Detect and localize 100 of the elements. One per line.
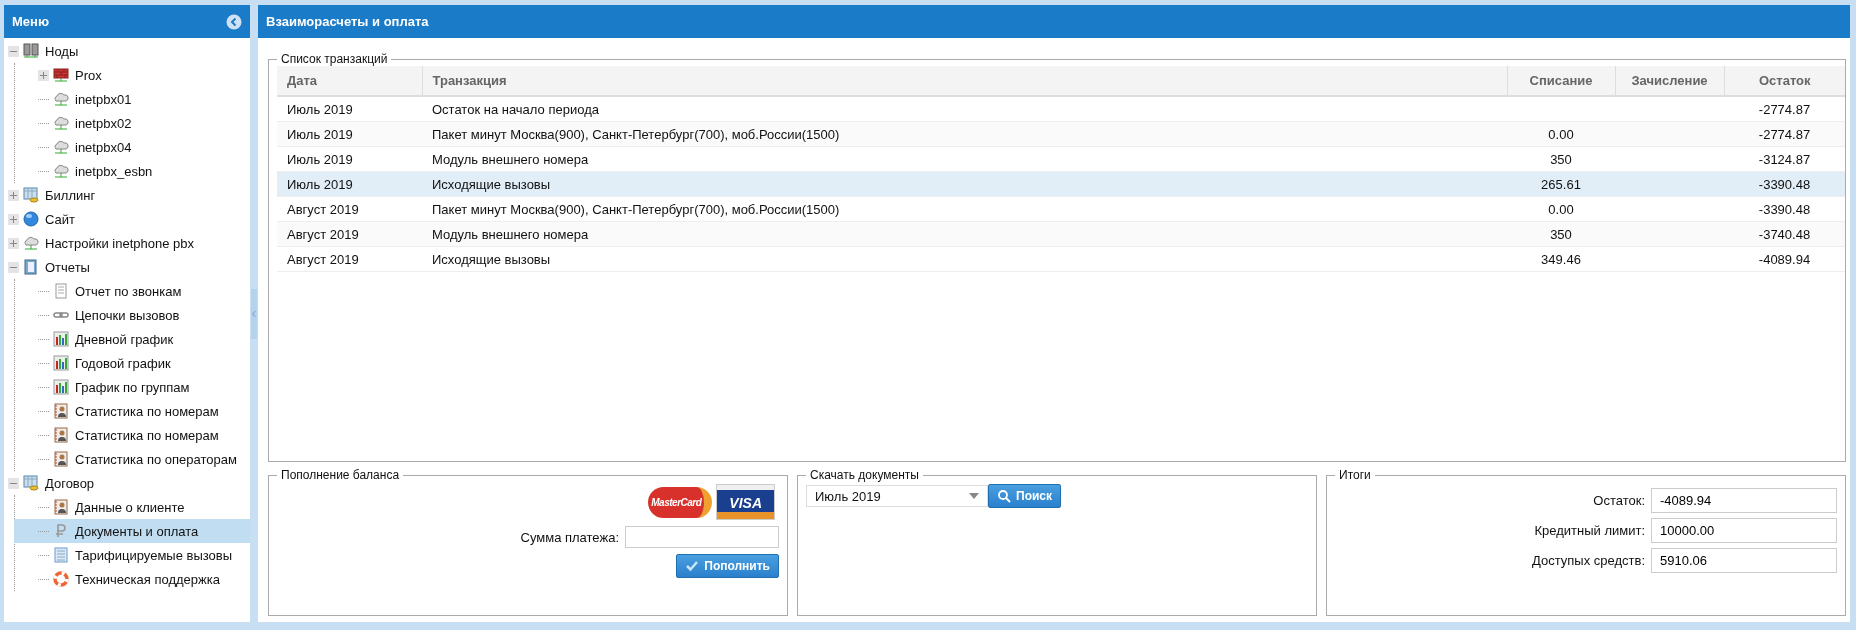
- value-field[interactable]: 5910.06: [1651, 548, 1837, 573]
- tree-item[interactable]: inetpbx01: [14, 87, 250, 111]
- tree-item[interactable]: Данные о клиенте: [14, 495, 250, 519]
- sidebar-title: Меню: [12, 14, 49, 29]
- table-row[interactable]: Август 2019 Пакет минут Москва(900), Санкт-Петербург(700), моб.России(1500) 0.00 -3390.48: [277, 196, 1845, 222]
- column-header[interactable]: Зачисление: [1615, 66, 1724, 96]
- collapse-icon[interactable]: [8, 261, 19, 273]
- column-header[interactable]: Списание: [1507, 66, 1615, 96]
- field-label: Остаток:: [1593, 493, 1645, 508]
- amount-field[interactable]: [625, 526, 779, 548]
- table-cell: 350: [1550, 151, 1572, 167]
- table-row[interactable]: Июль 2019 Исходящие вызовы 265.61 -3390.48: [277, 171, 1845, 197]
- field-label: Сумма платежа:: [520, 529, 619, 545]
- tree-item[interactable]: Тарифицируемые вызовы: [14, 543, 250, 567]
- panel-title: Список транзакций: [280, 52, 389, 66]
- table-cell: Август 2019: [287, 251, 359, 267]
- column-header[interactable]: Транзакция: [422, 66, 1507, 96]
- check-icon: [685, 559, 700, 573]
- tree-item[interactable]: Настройки inetphone pbx: [4, 231, 250, 255]
- table-cell: 0.00: [1548, 126, 1574, 142]
- table-cell: -2774.87: [1758, 101, 1811, 117]
- value-field[interactable]: -4089.94: [1651, 488, 1837, 513]
- tree-item[interactable]: Дневной график: [14, 327, 250, 351]
- spreadsheet-icon: [23, 475, 39, 491]
- table-cell: Модуль внешнего номера: [432, 151, 589, 167]
- table-cell: Август 2019: [287, 201, 359, 217]
- bar-chart-icon: [53, 331, 69, 347]
- table-cell: -3390.48: [1758, 201, 1811, 217]
- bar-chart-icon: [53, 355, 69, 371]
- spreadsheet-icon: [53, 547, 69, 563]
- caret-icon: [969, 493, 979, 499]
- collapse-icon[interactable]: [8, 477, 19, 489]
- document-icon: [53, 283, 69, 299]
- tree-item[interactable]: Биллинг: [4, 183, 250, 207]
- cloud-icon: [23, 235, 39, 251]
- cloud-icon: [53, 115, 69, 131]
- tree-item[interactable]: inetpbx_esbn: [14, 159, 250, 183]
- tree-item[interactable]: Техническая поддержка: [14, 567, 250, 591]
- splitter-handle[interactable]: [251, 288, 257, 339]
- table-cell: -3124.87: [1758, 151, 1811, 167]
- table-cell: Исходящие вызовы: [432, 251, 551, 267]
- tree-item[interactable]: Документы и оплата: [14, 519, 250, 543]
- tree-item[interactable]: Статистика по операторам: [14, 447, 250, 471]
- card-logo: VISA: [716, 484, 775, 520]
- table-row[interactable]: Август 2019 Исходящие вызовы 349.46 -4089.94: [277, 246, 1845, 272]
- field-label: Доступых средств:: [1532, 553, 1645, 568]
- tree-item[interactable]: inetpbx02: [14, 111, 250, 135]
- brick-wall-icon: [53, 67, 69, 83]
- table-cell: Июль 2019: [287, 176, 353, 192]
- tree-item[interactable]: Договор: [4, 471, 250, 495]
- cloud-icon: [53, 163, 69, 179]
- column-header[interactable]: Остаток: [1724, 66, 1845, 96]
- expand-icon[interactable]: [8, 189, 19, 201]
- globe-icon: [23, 211, 39, 227]
- tree-item[interactable]: Сайт: [4, 207, 250, 231]
- table-cell: -3390.48: [1758, 176, 1811, 192]
- table-row[interactable]: Июль 2019 Остаток на начало периода -2774.87: [277, 96, 1845, 122]
- table-cell: Модуль внешнего номера: [432, 226, 589, 242]
- table-cell: 265.61: [1541, 176, 1581, 192]
- cloud-icon: [53, 139, 69, 155]
- tree-item[interactable]: Статистика по номерам: [14, 423, 250, 447]
- cloud-icon: [53, 91, 69, 107]
- collapse-icon[interactable]: [226, 13, 242, 30]
- tree-item[interactable]: Годовой график: [14, 351, 250, 375]
- contact-book-icon: [53, 403, 69, 419]
- table-cell: Июль 2019: [287, 126, 353, 142]
- expand-icon[interactable]: [8, 213, 19, 225]
- table-row[interactable]: Август 2019 Модуль внешнего номера 350 -3740.48: [277, 221, 1845, 247]
- tree-item[interactable]: График по группам: [14, 375, 250, 399]
- card-logo: MasterCard: [648, 486, 713, 518]
- table-cell: 0.00: [1548, 201, 1574, 217]
- table-cell: Август 2019: [287, 226, 359, 242]
- table-cell: -4089.94: [1758, 251, 1811, 267]
- collapse-icon[interactable]: [8, 45, 19, 57]
- table-row[interactable]: Июль 2019 Пакет минут Москва(900), Санкт-Петербург(700), моб.России(1500) 0.00 -2774.87: [277, 121, 1845, 147]
- table-cell: Июль 2019: [287, 151, 353, 167]
- table-cell: 349.46: [1541, 251, 1581, 267]
- contact-book-icon: [53, 499, 69, 515]
- field-label: Кредитный лимит:: [1534, 523, 1645, 538]
- column-header[interactable]: Дата: [277, 66, 422, 96]
- tree-item[interactable]: Цепочки вызовов: [14, 303, 250, 327]
- tree-item[interactable]: Ноды: [4, 39, 250, 63]
- table-cell: Пакет минут Москва(900), Санкт-Петербург(700), моб.России(1500): [432, 201, 840, 217]
- table-row[interactable]: Июль 2019 Модуль внешнего номера 350 -3124.87: [277, 146, 1845, 172]
- tree-item[interactable]: Prox: [14, 63, 250, 87]
- tree-item[interactable]: Отчет по звонкам: [14, 279, 250, 303]
- tree-item[interactable]: inetpbx04: [14, 135, 250, 159]
- panel-title: Скачать документы: [809, 468, 920, 482]
- expand-icon[interactable]: [8, 237, 19, 249]
- period-dropdown[interactable]: Июль 2019: [806, 485, 988, 507]
- tree-item[interactable]: Отчеты: [4, 255, 250, 279]
- expand-icon[interactable]: [38, 69, 49, 81]
- book-icon: [23, 259, 39, 275]
- table-cell: Остаток на начало периода: [432, 101, 599, 117]
- value-field[interactable]: 10000.00: [1651, 518, 1837, 543]
- table-cell: 350: [1550, 226, 1572, 242]
- panel-title: Итоги: [1338, 468, 1372, 482]
- tree-item[interactable]: Статистика по номерам: [14, 399, 250, 423]
- table-cell: -2774.87: [1758, 126, 1811, 142]
- panel-title: Пополнение баланса: [280, 468, 401, 482]
